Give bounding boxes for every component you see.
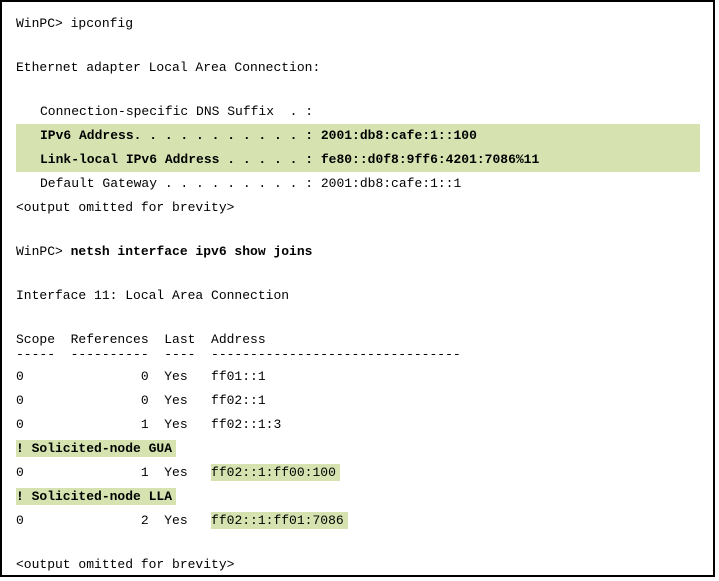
row-gua-address: ff02::1:ff00:100 bbox=[211, 464, 340, 481]
ipv6-address-text: IPv6 Address. . . . . . . . . . . : 2001… bbox=[16, 124, 477, 148]
table-row-lla: 0 2 Yes ff02::1:ff01:7086 bbox=[16, 509, 699, 533]
table-row: 0 0 Yes ff02::1 bbox=[16, 389, 699, 413]
row-lla-address: ff02::1:ff01:7086 bbox=[211, 512, 348, 529]
table-row: 0 0 Yes ff01::1 bbox=[16, 365, 699, 389]
output-omitted-1: <output omitted for brevity> bbox=[16, 196, 699, 220]
solicited-node-lla-label: ! Solicited-node LLA bbox=[16, 485, 699, 509]
prompt-text: WinPC> bbox=[16, 244, 71, 259]
link-local-text: Link-local IPv6 Address . . . . . : fe80… bbox=[16, 148, 539, 172]
blank-line bbox=[16, 533, 699, 553]
prompt-line-1: WinPC> ipconfig bbox=[16, 12, 699, 36]
adapter-header: Ethernet adapter Local Area Connection: bbox=[16, 56, 699, 80]
blank-line bbox=[16, 308, 699, 328]
command-netsh: netsh interface ipv6 show joins bbox=[71, 244, 313, 259]
row-gua-prefix: 0 1 Yes bbox=[16, 465, 211, 480]
dns-suffix-line: Connection-specific DNS Suffix . : bbox=[16, 100, 699, 124]
sn-gua-text: ! Solicited-node GUA bbox=[16, 440, 176, 457]
terminal-frame: WinPC> ipconfig Ethernet adapter Local A… bbox=[0, 0, 715, 577]
table-separator: ----- ---------- ---- ------------------… bbox=[16, 348, 699, 362]
prompt-line-2: WinPC> netsh interface ipv6 show joins bbox=[16, 240, 699, 264]
blank-line bbox=[16, 220, 699, 240]
table-row: 0 1 Yes ff02::1:3 bbox=[16, 413, 699, 437]
row-lla-prefix: 0 2 Yes bbox=[16, 513, 211, 528]
default-gateway-line: Default Gateway . . . . . . . . . : 2001… bbox=[16, 172, 699, 196]
output-omitted-2: <output omitted for brevity> bbox=[16, 553, 699, 577]
interface-header: Interface 11: Local Area Connection bbox=[16, 284, 699, 308]
link-local-line: Link-local IPv6 Address . . . . . : fe80… bbox=[16, 148, 700, 172]
table-row-gua: 0 1 Yes ff02::1:ff00:100 bbox=[16, 461, 699, 485]
prompt-text: WinPC> bbox=[16, 16, 71, 31]
ipv6-address-line: IPv6 Address. . . . . . . . . . . : 2001… bbox=[16, 124, 700, 148]
solicited-node-gua-label: ! Solicited-node GUA bbox=[16, 437, 699, 461]
blank-line bbox=[16, 264, 699, 284]
blank-line bbox=[16, 80, 699, 100]
sn-lla-text: ! Solicited-node LLA bbox=[16, 488, 176, 505]
blank-line bbox=[16, 36, 699, 56]
command-ipconfig: ipconfig bbox=[71, 16, 133, 31]
